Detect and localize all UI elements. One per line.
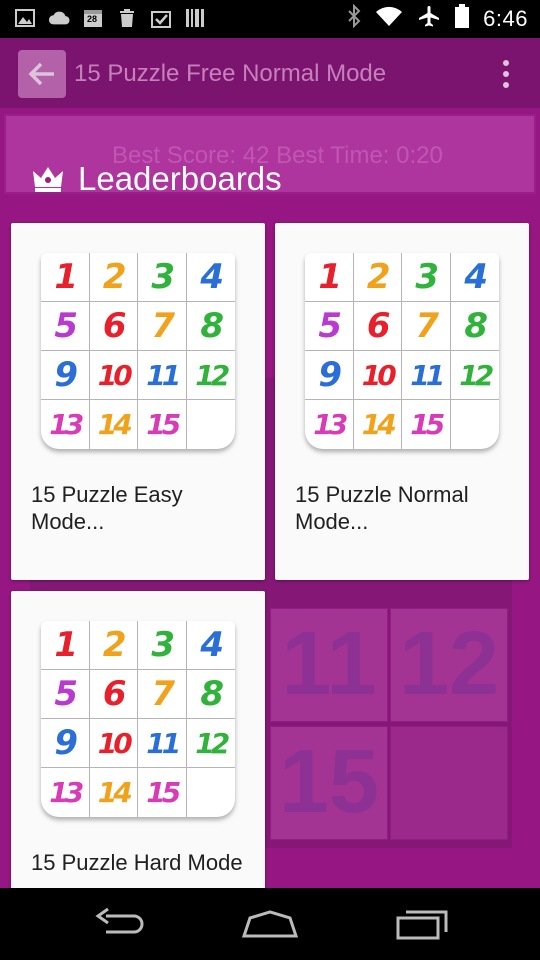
puzzle-cell-4: 4 [186, 621, 235, 670]
leaderboard-label: 15 Puzzle Normal Mode... [295, 482, 469, 534]
puzzle-cell-14: 14 [354, 400, 402, 449]
puzzle-cell-1: 1 [41, 621, 90, 670]
gallery-icon [14, 7, 36, 29]
calendar-day: 28 [87, 14, 98, 24]
clock-time: 6:46 [483, 5, 528, 31]
puzzle-cell-15: 15 [138, 768, 187, 817]
puzzle-cell-11: 11 [138, 719, 187, 768]
leaderboards-dialog: Leaderboards 1 2 3 4 5 6 7 8 9 10 11 12 13 14 15 15 Pu… [0, 150, 540, 888]
puzzle-cell-3: 3 [138, 621, 187, 670]
puzzle-grid: 1 2 3 4 5 6 7 8 9 10 11 12 13 14 15 [41, 253, 235, 449]
puzzle-cell-10: 10 [89, 719, 138, 768]
dialog-header: Leaderboards [32, 160, 282, 198]
puzzle-cell-empty [187, 400, 236, 449]
clipboard-check-icon [150, 7, 172, 29]
home-icon[interactable] [240, 906, 300, 942]
cloud-icon [48, 7, 70, 29]
puzzle-cell-5: 5 [41, 302, 90, 351]
puzzle-cell-6: 6 [89, 670, 138, 719]
puzzle-cell-13: 13 [305, 400, 354, 449]
leaderboard-card-normal[interactable]: 1 2 3 4 5 6 7 8 9 10 11 12 13 14 15 15 Puzzle Normal M… [275, 223, 529, 580]
system-icons: 6:46 [347, 3, 528, 33]
leaderboard-label: 15 Puzzle Hard Mode [31, 850, 243, 875]
puzzle-cell-3: 3 [402, 253, 451, 302]
puzzle-cell-15: 15 [402, 400, 451, 449]
puzzle-cell-11: 11 [138, 351, 187, 400]
puzzle-icon-image: 1 2 3 4 5 6 7 8 9 10 11 12 13 14 15 [41, 253, 235, 449]
puzzle-cell-6: 6 [89, 302, 138, 351]
puzzle-cell-7: 7 [402, 302, 451, 351]
notification-icons: 28 [14, 7, 206, 29]
status-bar: 28 6:46 [0, 0, 540, 38]
puzzle-cell-empty [451, 400, 500, 449]
puzzle-cell-7: 7 [138, 302, 187, 351]
calendar-icon: 28 [82, 7, 104, 29]
puzzle-cell-14: 14 [90, 768, 138, 817]
puzzle-icon-image: 1 2 3 4 5 6 7 8 9 10 11 12 13 14 15 [305, 253, 499, 449]
puzzle-cell-6: 6 [353, 302, 402, 351]
crown-icon [32, 165, 64, 193]
puzzle-cell-13: 13 [41, 400, 90, 449]
puzzle-cell-8: 8 [450, 302, 499, 351]
puzzle-cell-1: 1 [41, 253, 90, 302]
puzzle-cell-2: 2 [89, 253, 138, 302]
puzzle-cell-9: 9 [305, 351, 354, 400]
puzzle-cell-2: 2 [353, 253, 402, 302]
leaderboard-label: 15 Puzzle Easy Mode... [31, 482, 183, 534]
airplane-mode-icon [417, 4, 441, 33]
leaderboard-card-easy[interactable]: 1 2 3 4 5 6 7 8 9 10 11 12 13 14 15 15 Puzzle Easy Mod… [11, 223, 265, 580]
battery-icon [455, 4, 470, 33]
recents-icon[interactable] [392, 906, 452, 942]
puzzle-cell-2: 2 [89, 621, 138, 670]
puzzle-cell-12: 12 [186, 351, 235, 400]
barcode-icon [184, 7, 206, 29]
puzzle-cell-10: 10 [89, 351, 138, 400]
puzzle-cell-4: 4 [450, 253, 499, 302]
puzzle-cell-4: 4 [186, 253, 235, 302]
navigation-bar [0, 888, 540, 960]
puzzle-cell-12: 12 [450, 351, 499, 400]
puzzle-cell-11: 11 [402, 351, 451, 400]
puzzle-cell-3: 3 [138, 253, 187, 302]
puzzle-cell-1: 1 [305, 253, 354, 302]
puzzle-cell-10: 10 [353, 351, 402, 400]
bluetooth-icon [347, 3, 361, 33]
leaderboard-card-hard[interactable]: 1 2 3 4 5 6 7 8 9 10 11 12 13 14 15 15 Puzzle Hard Mod… [11, 591, 265, 888]
puzzle-cell-13: 13 [41, 768, 90, 817]
back-icon[interactable] [90, 906, 150, 942]
puzzle-cell-5: 5 [41, 670, 90, 719]
puzzle-grid: 1 2 3 4 5 6 7 8 9 10 11 12 13 14 15 [41, 621, 235, 817]
puzzle-cell-15: 15 [138, 400, 187, 449]
puzzle-grid: 1 2 3 4 5 6 7 8 9 10 11 12 13 14 15 [305, 253, 499, 449]
dialog-title: Leaderboards [78, 160, 282, 197]
puzzle-cell-8: 8 [186, 302, 235, 351]
puzzle-cell-5: 5 [305, 302, 354, 351]
puzzle-cell-empty [187, 768, 236, 817]
puzzle-cell-8: 8 [186, 670, 235, 719]
puzzle-cell-9: 9 [41, 719, 90, 768]
puzzle-cell-7: 7 [138, 670, 187, 719]
wifi-icon [375, 5, 403, 32]
puzzle-cell-14: 14 [90, 400, 138, 449]
trash-icon [116, 7, 138, 29]
puzzle-icon-image: 1 2 3 4 5 6 7 8 9 10 11 12 13 14 15 [41, 621, 235, 817]
puzzle-cell-9: 9 [41, 351, 90, 400]
puzzle-cell-12: 12 [186, 719, 235, 768]
